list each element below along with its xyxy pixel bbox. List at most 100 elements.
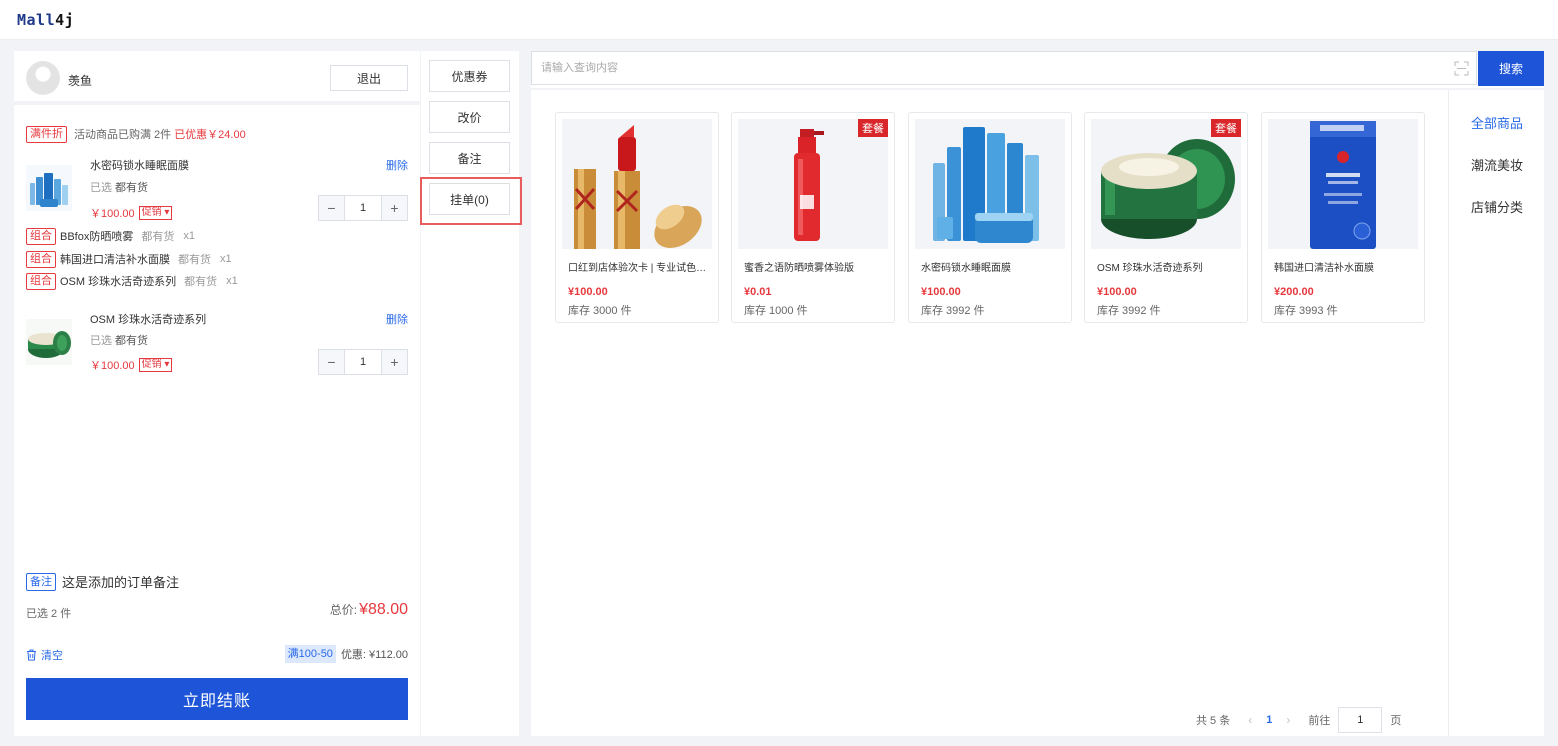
product-price: ¥200.00 xyxy=(1274,286,1314,298)
product-image: 套餐 xyxy=(1091,119,1241,249)
cart-item: OSM 珍珠水活奇迹系列 删除 已选 都有货 ￥100.00 促销 ▾ − 1 + xyxy=(26,309,408,379)
logo-suffix: 4j xyxy=(55,11,75,29)
product-image xyxy=(562,119,712,249)
search-input[interactable] xyxy=(532,52,1432,84)
reprice-button[interactable]: 改价 xyxy=(429,101,510,133)
product-price: ¥100.00 xyxy=(1097,286,1137,298)
product-name: OSM 珍珠水活奇迹系列 xyxy=(1097,263,1203,274)
combo-name: OSM 珍珠水活奇迹系列 xyxy=(60,276,177,288)
product-price: ¥100.00 xyxy=(921,286,961,298)
total-price: 总价: ¥88.00 xyxy=(330,601,408,619)
stock-label: 已选 xyxy=(90,335,112,347)
product-card[interactable]: 口红到店体验次卡 | 专业试色体验 ¥100.00 库存 3000 件 xyxy=(555,112,719,323)
stock-value: 都有货 xyxy=(115,182,148,194)
stock-label: 已选 xyxy=(90,182,112,194)
trash-icon xyxy=(27,649,36,661)
delete-button[interactable]: 删除 xyxy=(386,311,408,327)
scan-icon[interactable] xyxy=(1454,61,1469,76)
next-page-button[interactable]: › xyxy=(1286,713,1290,727)
quantity-value[interactable]: 1 xyxy=(345,196,381,220)
coupon-button[interactable]: 优惠券 xyxy=(429,60,510,92)
package-tag: 套餐 xyxy=(1211,119,1241,137)
hold-order-button[interactable]: 挂单(0) xyxy=(429,183,510,215)
checkout-button[interactable]: 立即结账 xyxy=(26,678,408,720)
spray-bottle-icon xyxy=(738,119,888,249)
product-card[interactable]: 韩国进口清洁补水面膜 ¥200.00 库存 3993 件 xyxy=(1261,112,1425,323)
product-card[interactable]: 水密码锁水睡眠面膜 ¥100.00 库存 3992 件 xyxy=(908,112,1072,323)
cart-item-price-row: ￥100.00 促销 ▾ xyxy=(90,357,173,373)
cart-item-price: ￥100.00 xyxy=(90,208,135,220)
promo-select[interactable]: 促销 ▾ xyxy=(138,206,173,220)
combo-stock: 都有货 xyxy=(184,276,218,288)
search-box xyxy=(531,51,1477,85)
quantity-value[interactable]: 1 xyxy=(345,350,381,374)
product-image: 套餐 xyxy=(738,119,888,249)
combo-qty: x1 xyxy=(220,253,232,265)
minus-button[interactable]: − xyxy=(319,350,345,374)
product-thumbnail-icon xyxy=(26,319,72,365)
clear-label: 清空 xyxy=(41,650,63,662)
combo-tag: 组合 xyxy=(26,250,56,268)
product-stock: 库存 3992 件 xyxy=(1097,305,1161,317)
product-name: 口红到店体验次卡 | 专业试色体验 xyxy=(568,263,712,274)
package-tag: 套餐 xyxy=(858,119,888,137)
discount-rule-tag: 满100-50 xyxy=(284,645,336,663)
page-number-1[interactable]: 1 xyxy=(1266,714,1272,726)
plus-button[interactable]: + xyxy=(381,196,407,220)
product-image xyxy=(1268,119,1418,249)
mall4j-logo[interactable]: Mall4j xyxy=(17,11,74,29)
combo-line: 组合 韩国进口清洁补水面膜 都有货 x1 xyxy=(26,250,232,268)
divider xyxy=(531,88,1544,90)
cart-item-price: ￥100.00 xyxy=(90,360,135,372)
product-card[interactable]: 套餐 蜜香之语防晒喷雾体验版 ¥0.01 库存 1000 件 xyxy=(731,112,895,323)
quantity-stepper: − 1 + xyxy=(318,195,408,221)
user-row: 羡鱼 退出 xyxy=(14,51,420,105)
product-stock: 库存 3992 件 xyxy=(921,305,985,317)
pager-total: 共 5 条 xyxy=(1196,715,1231,727)
total-value: ¥88.00 xyxy=(359,601,408,618)
cart-item-stock: 已选 都有货 xyxy=(90,179,148,195)
clear-cart-button[interactable]: 清空 xyxy=(26,647,63,663)
product-card[interactable]: 套餐 OSM 珍珠水活奇迹系列 ¥100.00 库存 3992 件 xyxy=(1084,112,1248,323)
product-name: 水密码锁水睡眠面膜 xyxy=(921,263,1011,274)
prev-page-button[interactable]: ‹ xyxy=(1248,713,1252,727)
total-label: 总价: xyxy=(329,603,358,617)
product-stock: 库存 3993 件 xyxy=(1274,305,1338,317)
cart-item: 水密码锁水睡眠面膜 删除 已选 都有货 ￥100.00 促销 ▾ − 1 + xyxy=(26,155,408,225)
minus-button[interactable]: − xyxy=(319,196,345,220)
product-name: 蜜香之语防晒喷雾体验版 xyxy=(744,263,854,274)
top-bar: Mall4j xyxy=(0,0,1558,40)
delete-button[interactable]: 删除 xyxy=(386,157,408,173)
promo-saving: 已优惠￥24.00 xyxy=(174,129,246,141)
skincare-set-icon xyxy=(915,119,1065,249)
combo-name: BBfox防晒喷雾 xyxy=(60,231,134,243)
promo-select[interactable]: 促销 ▾ xyxy=(138,358,173,372)
cart-item-name: OSM 珍珠水活奇迹系列 xyxy=(90,314,207,326)
combo-qty: x1 xyxy=(226,275,238,287)
discount-text: 优惠: ¥112.00 xyxy=(340,649,408,661)
remark-tag: 备注 xyxy=(26,572,56,591)
goto-page-input[interactable] xyxy=(1338,707,1383,733)
quantity-stepper: − 1 + xyxy=(318,349,408,375)
category-beauty[interactable]: 潮流美妆 xyxy=(1449,155,1545,174)
plus-button[interactable]: + xyxy=(381,350,407,374)
remark-button[interactable]: 备注 xyxy=(429,142,510,174)
combo-tag: 组合 xyxy=(26,227,56,245)
logout-button[interactable]: 退出 xyxy=(330,65,408,91)
username: 羡鱼 xyxy=(68,74,93,88)
avatar xyxy=(26,61,60,95)
product-price: ¥0.01 xyxy=(744,286,772,298)
promo-line: 满件折 活动商品已购满 2件 已优惠￥24.00 xyxy=(26,125,246,143)
stock-value: 都有货 xyxy=(115,335,148,347)
search-button[interactable]: 搜索 xyxy=(1478,51,1544,86)
face-mask-icon xyxy=(1268,119,1418,249)
category-panel: 全部商品 潮流美妆 店铺分类 xyxy=(1448,90,1544,736)
page-suffix: 页 xyxy=(1390,715,1402,727)
category-all[interactable]: 全部商品 xyxy=(1449,113,1545,132)
cart-panel: 羡鱼 退出 满件折 活动商品已购满 2件 已优惠￥24.00 水密码锁水睡眠面膜… xyxy=(14,51,420,736)
combo-name: 韩国进口清洁补水面膜 xyxy=(60,254,170,266)
combo-stock: 都有货 xyxy=(178,254,211,266)
cart-item-name: 水密码锁水睡眠面膜 xyxy=(90,160,189,172)
pagination: 共 5 条 ‹ 1 › 前往 页 xyxy=(1196,707,1401,733)
category-store[interactable]: 店铺分类 xyxy=(1449,197,1545,216)
